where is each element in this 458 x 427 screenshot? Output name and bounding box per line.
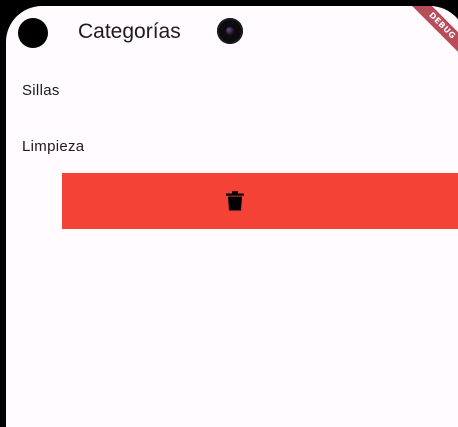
delete-icon [226, 191, 244, 211]
list-item[interactable]: Limpieza [6, 118, 458, 174]
category-list: Sillas Limpieza [6, 62, 458, 174]
device-frame: Categorías DEBUG Sillas Limpieza [0, 0, 458, 427]
camera-cutout [18, 18, 48, 48]
swipe-delete-background[interactable] [62, 173, 458, 229]
page-title: Categorías [78, 20, 181, 43]
app-screen: Categorías DEBUG Sillas Limpieza [6, 6, 458, 427]
list-item-label: Sillas [22, 81, 60, 99]
front-camera-icon [217, 18, 243, 44]
list-item[interactable]: Sillas [6, 62, 458, 118]
list-item-label: Limpieza [22, 137, 85, 155]
